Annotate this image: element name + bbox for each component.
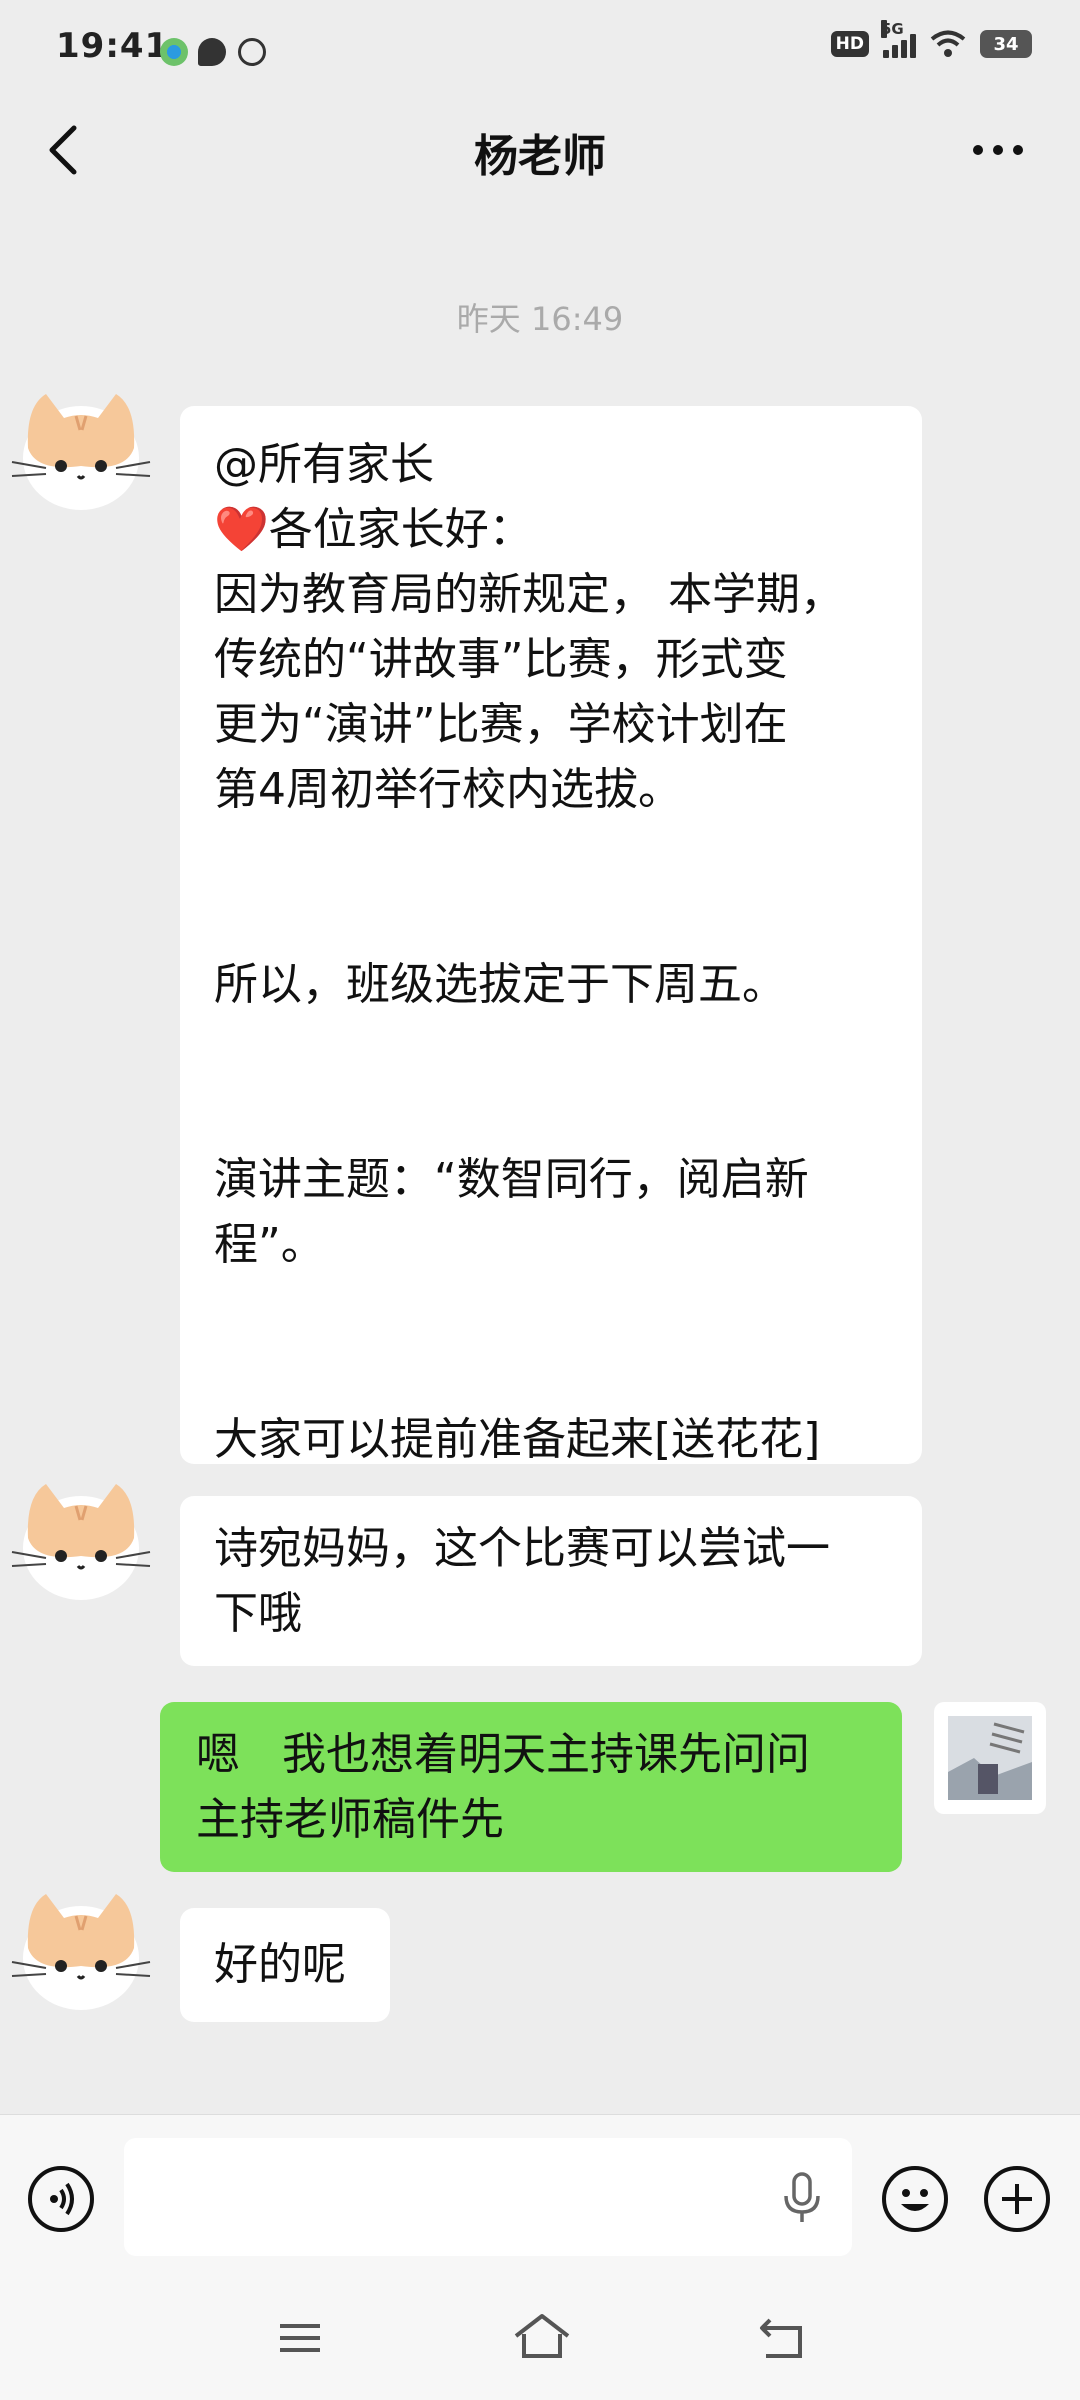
message-line: 大家可以提前准备起来[送花花] [214,1414,821,1465]
message-line: ❤️各位家长好： [214,504,533,555]
message-line [214,1277,888,1342]
app-notification-icon [160,38,188,66]
message-line: 下哦 [214,1588,302,1639]
avatar[interactable] [6,1876,156,2026]
message-line: 诗宛妈妈，这个比赛可以尝试一 [214,1523,830,1574]
message-line: 因为教育局的新规定， 本学期， [214,569,844,620]
hd-badge: HD [830,31,869,57]
avatar[interactable] [6,376,156,526]
app-badge-icon [238,38,266,66]
home-icon[interactable] [512,2312,572,2362]
message-line: 更为“演讲”比赛，学校计划在 [214,699,788,750]
message-line: @所有家长 [214,439,434,490]
message-bubble-incoming[interactable]: @所有家长 ❤️各位家长好： 因为教育局的新规定， 本学期， 传统的“讲故事”比… [180,406,922,1465]
plus-icon[interactable] [984,2166,1050,2232]
status-bar: 19:41 HD 5G 34 [0,0,1080,100]
message-line [214,1017,888,1082]
message-line: 程”。 [214,1219,325,1270]
status-time: 19:41 [56,26,170,66]
message-bubble-incoming[interactable]: 诗宛妈妈，这个比赛可以尝试一 下哦 [180,1496,922,1666]
avatar-self[interactable] [934,1702,1046,1814]
message-line: 第4周初举行校内选拔。 [214,764,682,815]
more-dots-icon[interactable] [970,140,1026,160]
chat-title: 杨老师 [474,131,606,182]
message-notification-icon [198,38,226,66]
message-bubble-incoming[interactable]: 好的呢 [180,1908,390,2022]
message-line: 嗯 我也想着明天主持课先问问 [196,1729,810,1780]
message-line [214,822,888,887]
menu-lines-icon[interactable] [276,2318,324,2358]
emoji-icon[interactable] [882,2166,948,2232]
back-nav-icon[interactable] [756,2314,808,2362]
battery-icon: 34 [980,30,1032,58]
message-line [214,887,888,952]
message-line: 演讲主题：“数智同行，阅启新 [214,1154,809,1205]
status-right: HD 5G 34 [830,20,1032,58]
signal-icon: 5G [881,20,916,58]
message-line [214,1342,888,1407]
microphone-icon[interactable] [780,2170,824,2226]
wifi-icon [930,30,966,57]
message-line: 好的呢 [214,1939,346,1990]
message-timestamp: 昨天 16:49 [456,300,624,338]
message-line: 传统的“讲故事”比赛，形式变 [214,634,788,685]
message-line [214,1082,888,1147]
voice-toggle-icon[interactable] [28,2166,94,2232]
message-line: 所以，班级选拔定于下周五。 [214,959,786,1010]
network-type: 5G [881,20,904,38]
message-line: 主持老师稿件先 [196,1794,504,1845]
avatar[interactable] [6,1466,156,1616]
message-input[interactable] [124,2138,852,2256]
message-bubble-outgoing[interactable]: 嗯 我也想着明天主持课先问问 主持老师稿件先 [160,1702,902,1872]
